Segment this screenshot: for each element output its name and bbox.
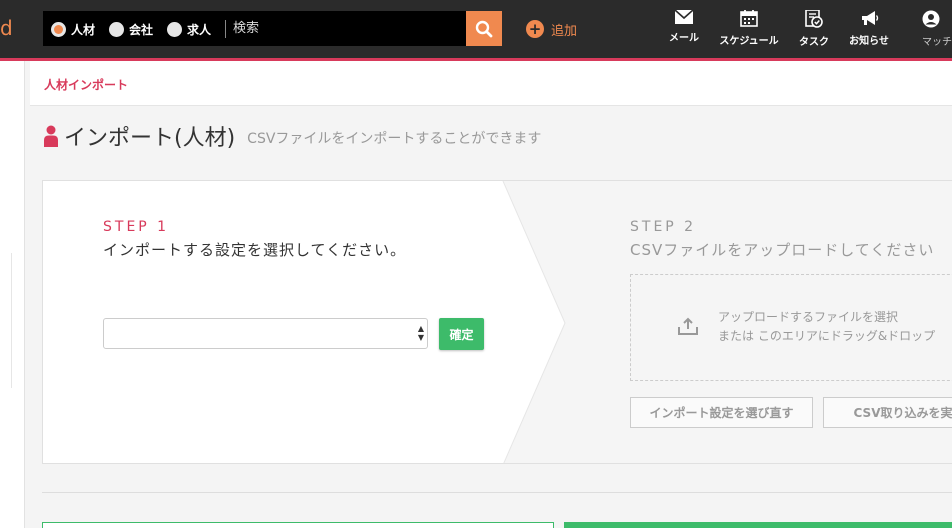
search-button[interactable] — [466, 11, 502, 46]
section-divider — [42, 492, 952, 493]
person-icon — [44, 125, 58, 147]
page-subtitle: CSVファイルをインポートすることができます — [247, 131, 542, 147]
radio-label: 人材 — [71, 22, 96, 37]
step2-label: STEP 2 — [630, 219, 697, 235]
import-settings-select[interactable]: ▲ ▼ — [103, 318, 428, 349]
radio-unselected-icon — [109, 21, 124, 37]
breadcrumb-bar: 人材インポート — [30, 61, 952, 106]
upload-icon — [678, 317, 698, 335]
search-input[interactable] — [233, 15, 458, 42]
radio-company[interactable]: 会社 — [109, 20, 153, 38]
dropzone-select-text: アップロードするファイルを選択 — [718, 310, 899, 324]
csv-import-button[interactable]: CSV取り込みを実 — [823, 397, 952, 428]
breadcrumb[interactable]: 人材インポート — [44, 76, 128, 93]
plus-icon: + — [526, 20, 544, 38]
radio-job[interactable]: 求人 — [167, 20, 211, 38]
search-box: 人材 会社 求人 — [43, 11, 466, 46]
step1-description: インポートする設定を選択してください。 — [103, 241, 407, 259]
step1-label: STEP 1 — [103, 219, 170, 235]
mail-icon — [675, 10, 693, 24]
nav-schedule[interactable]: スケジュール — [718, 10, 780, 50]
sidebar-edge — [0, 61, 25, 528]
add-button[interactable]: + 追加 — [526, 19, 577, 39]
import-steps-panel: STEP 1 インポートする設定を選択してください。 ▲ ▼ 確定 STEP 2 … — [42, 180, 952, 464]
page-title: インポート(人材) — [64, 126, 236, 151]
search-icon — [475, 20, 493, 37]
radio-unselected-icon — [167, 21, 182, 37]
add-label: 追加 — [551, 23, 578, 39]
radio-selected-icon — [51, 21, 66, 37]
bottom-outline-button[interactable] — [42, 522, 554, 528]
bottom-primary-button[interactable] — [564, 522, 952, 528]
radio-label: 会社 — [129, 22, 154, 37]
radio-label: 求人 — [187, 22, 212, 37]
nav-mail[interactable]: メール — [668, 10, 700, 50]
logo[interactable]: d — [0, 16, 13, 40]
confirm-button[interactable]: 確定 — [439, 318, 484, 350]
file-dropzone[interactable]: アップロードするファイルを選択 または このエリアにドラッグ&ドロップ — [630, 274, 952, 381]
top-navbar: d 人材 会社 求人 + 追加 メール — [0, 0, 952, 58]
nav-task[interactable]: タスク — [797, 10, 831, 50]
dropzone-drag-text: または このエリアにドラッグ&ドロップ — [718, 329, 936, 343]
radio-candidate[interactable]: 人材 — [51, 20, 95, 38]
page-header: インポート(人材) CSVファイルをインポートすることができます — [44, 121, 541, 151]
reselect-settings-button[interactable]: インポート設定を選び直す — [630, 397, 813, 428]
nav-notifications[interactable]: お知らせ — [848, 10, 890, 50]
search-divider — [225, 20, 226, 38]
megaphone-icon — [861, 11, 878, 25]
sidebar-divider — [0, 253, 12, 388]
user-circle-icon — [922, 10, 940, 28]
step2-description: CSVファイルをアップロードしてください — [630, 241, 935, 259]
nav-match[interactable]: マッチ — [922, 10, 952, 50]
calendar-icon — [740, 10, 758, 27]
select-arrows-icon: ▲ ▼ — [417, 324, 424, 342]
task-icon — [805, 10, 823, 28]
